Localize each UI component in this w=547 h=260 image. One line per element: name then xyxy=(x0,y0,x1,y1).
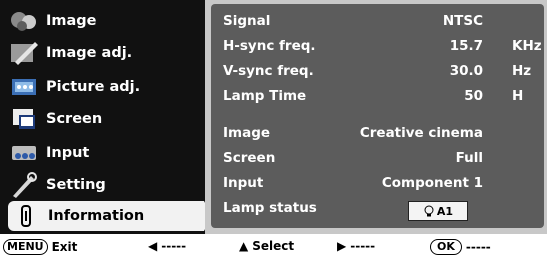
menu-item-image[interactable]: Image xyxy=(6,4,202,37)
image-adj-icon xyxy=(6,38,42,68)
row-vsync: V-sync freq. 30.0 Hz xyxy=(223,60,543,82)
row-lamp-status: Lamp status xyxy=(223,197,543,219)
row-lamp-time: Lamp Time 50 H xyxy=(223,85,543,107)
lamp-time-unit: H xyxy=(512,88,524,104)
row-image: Image Creative cinema xyxy=(223,122,543,144)
menu-item-setting[interactable]: Setting xyxy=(6,168,202,201)
vsync-label: V-sync freq. xyxy=(223,63,314,79)
menu-button: MENU xyxy=(3,239,48,255)
menu-item-picture-adj[interactable]: Picture adj. xyxy=(6,70,202,103)
menu-item-image-adj[interactable]: Image adj. xyxy=(6,36,202,69)
information-icon xyxy=(8,201,44,231)
left-hint[interactable]: ◀ ----- xyxy=(148,239,186,253)
menu-item-label: Image xyxy=(46,12,97,29)
row-input: Input Component 1 xyxy=(223,172,543,194)
menu-item-label: Input xyxy=(46,144,90,161)
screen-value: Full xyxy=(455,150,483,166)
exit-label: Exit xyxy=(51,240,78,254)
input-label: Input xyxy=(223,175,264,191)
menu-panel: Image Image adj. Picture adj. Screen Inp… xyxy=(0,0,205,234)
left-dashes: ----- xyxy=(161,239,187,253)
input-value: Component 1 xyxy=(381,175,483,191)
image-icon xyxy=(6,6,42,36)
menu-item-input[interactable]: Input xyxy=(6,136,202,169)
menu-item-label: Image adj. xyxy=(46,44,133,61)
projector-osd: Image Image adj. Picture adj. Screen Inp… xyxy=(0,0,547,260)
menu-item-label: Screen xyxy=(46,110,103,127)
menu-item-information[interactable]: Information xyxy=(8,201,204,231)
picture-adj-icon xyxy=(6,72,42,102)
image-value: Creative cinema xyxy=(359,125,483,141)
ok-button: OK xyxy=(430,239,462,255)
lamp-bulb-icon xyxy=(424,205,434,217)
row-hsync: H-sync freq. 15.7 KHz xyxy=(223,35,543,57)
screen-icon xyxy=(6,104,42,134)
left-arrow-icon: ◀ xyxy=(148,239,158,253)
lamp-status-indicator: A1 xyxy=(408,201,468,221)
up-down-arrow-icon: ▲︎ xyxy=(239,239,249,253)
right-arrow-icon: ▶ xyxy=(337,239,347,253)
vsync-unit: Hz xyxy=(512,63,532,79)
row-signal: Signal NTSC xyxy=(223,10,543,32)
lamp-time-label: Lamp Time xyxy=(223,88,307,104)
menu-item-label: Picture adj. xyxy=(46,78,141,95)
hsync-label: H-sync freq. xyxy=(223,38,316,54)
menu-exit-hint[interactable]: MENU Exit xyxy=(3,239,77,255)
menu-item-screen[interactable]: Screen xyxy=(6,102,202,135)
select-label: Select xyxy=(252,239,295,253)
right-hint[interactable]: ▶ ----- xyxy=(337,239,375,253)
setting-icon xyxy=(6,170,42,200)
hsync-value: 15.7 xyxy=(449,38,483,54)
lamp-status-label: Lamp status xyxy=(223,200,317,216)
hsync-unit: KHz xyxy=(512,38,542,54)
lamp-time-value: 50 xyxy=(464,88,483,104)
ok-hint[interactable]: OK ----- xyxy=(430,239,491,255)
footer-bar: MENU Exit ◀ ----- ▲︎ Select ▶ ----- OK -… xyxy=(0,234,547,260)
lamp-status-value: A1 xyxy=(436,204,454,218)
input-icon xyxy=(6,138,42,168)
signal-label: Signal xyxy=(223,13,271,29)
ok-dashes: ----- xyxy=(465,240,491,254)
row-screen: Screen Full xyxy=(223,147,543,169)
select-hint[interactable]: ▲︎ Select xyxy=(239,239,294,253)
info-content: Signal NTSC H-sync freq. 15.7 KHz V-sync… xyxy=(211,4,544,228)
screen-label: Screen xyxy=(223,150,276,166)
image-label: Image xyxy=(223,125,271,141)
right-dashes: ----- xyxy=(350,239,376,253)
vsync-value: 30.0 xyxy=(449,63,483,79)
signal-value: NTSC xyxy=(442,13,483,29)
menu-item-label: Setting xyxy=(46,176,106,193)
menu-item-label: Information xyxy=(48,208,145,224)
info-panel: Signal NTSC H-sync freq. 15.7 KHz V-sync… xyxy=(205,0,547,234)
